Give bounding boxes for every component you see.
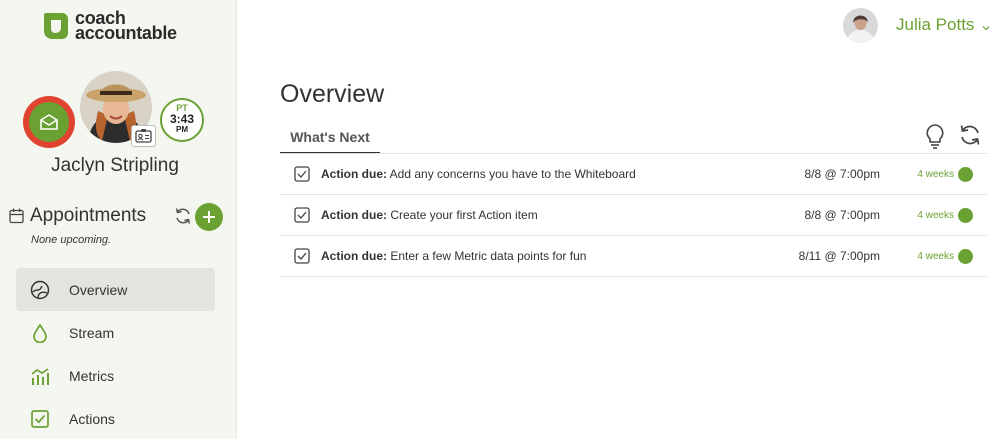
sidebar-item-label: Metrics [69,367,115,384]
appointments-title: Appointments [30,205,147,226]
appointments-empty-text: None upcoming. [31,234,112,246]
sidebar-nav: Overview Stream Metrics Actions [16,268,215,439]
calendar-icon [9,208,24,224]
appointments-header: Appointments [9,205,146,227]
id-card-icon [135,129,152,143]
user-avatar[interactable] [843,8,878,43]
clock-ampm: PM [176,125,188,134]
logo-text: coach accountable [75,9,177,43]
sidebar-item-overview[interactable]: Overview [16,268,215,311]
mail-button-inner [29,102,69,142]
user-photo [843,8,878,43]
checkbox-icon [294,248,310,264]
action-title: Enter a few Metric data points for fun [390,249,587,263]
client-name: Jaclyn Stripling [51,155,179,176]
list-item[interactable]: Action due: Enter a few Metric data poin… [280,236,987,277]
checkbox-icon [294,166,310,182]
refresh-button[interactable] [958,123,982,152]
action-text[interactable]: Action due: Create your first Action ite… [321,208,538,222]
tips-button[interactable] [924,123,946,154]
action-text[interactable]: Action due: Enter a few Metric data poin… [321,249,586,263]
action-due-date: 8/8 @ 7:00pm [804,167,880,181]
action-checkbox[interactable] [294,248,310,269]
client-local-time: PT 3:43 PM [160,98,204,142]
user-menu-name[interactable]: Julia Potts [896,15,974,35]
sidebar-item-label: Overview [69,281,128,298]
plus-icon [203,211,215,223]
logo-line2: accountable [75,23,177,43]
sidebar-item-metrics[interactable]: Metrics [16,354,215,397]
refresh-icon [960,125,980,145]
action-prefix: Action due: [321,167,387,181]
action-due-in: 4 weeks [917,168,954,180]
chevron-down-icon [982,26,990,31]
logo[interactable]: coach accountable [42,9,177,43]
appointments-sync-button[interactable] [174,206,192,231]
list-item[interactable]: Action due: Add any concerns you have to… [280,154,987,195]
whats-next-list: Action due: Add any concerns you have to… [280,154,987,277]
id-card-button[interactable] [131,125,156,147]
action-due-in: 4 weeks [917,250,954,262]
checkbox-icon [29,408,51,430]
add-appointment-button[interactable] [195,203,223,231]
checkbox-icon [294,207,310,223]
envelope-icon [40,114,58,130]
sidebar-item-label: Stream [69,324,115,341]
action-checkbox[interactable] [294,166,310,187]
sidebar-item-label: Actions [69,410,115,427]
sync-icon [175,208,191,224]
action-due-date: 8/11 @ 7:00pm [798,249,880,263]
action-prefix: Action due: [321,208,387,222]
logo-icon [44,13,68,39]
drop-icon [29,322,51,344]
overview-icon [29,279,51,301]
list-item[interactable]: Action due: Create your first Action ite… [280,195,987,236]
sidebar: coach accountable PT 3:43 PM Jaclyn Stri… [0,0,237,439]
action-checkbox[interactable] [294,207,310,228]
mail-button[interactable] [23,96,75,148]
action-due-date: 8/8 @ 7:00pm [804,208,880,222]
tab-whats-next[interactable]: What's Next [280,124,380,154]
sidebar-item-actions[interactable]: Actions [16,397,215,439]
status-dot [958,167,973,182]
lightbulb-icon [926,124,944,149]
sidebar-item-stream[interactable]: Stream [16,311,215,354]
action-due-in: 4 weeks [917,209,954,221]
status-dot [958,208,973,223]
action-title: Create your first Action item [390,208,538,222]
action-prefix: Action due: [321,249,387,263]
page-title: Overview [280,80,385,108]
status-dot [958,249,973,264]
metrics-icon [29,365,51,387]
action-text[interactable]: Action due: Add any concerns you have to… [321,167,636,181]
user-menu-caret[interactable] [982,18,990,36]
action-title: Add any concerns you have to the Whitebo… [389,167,636,181]
